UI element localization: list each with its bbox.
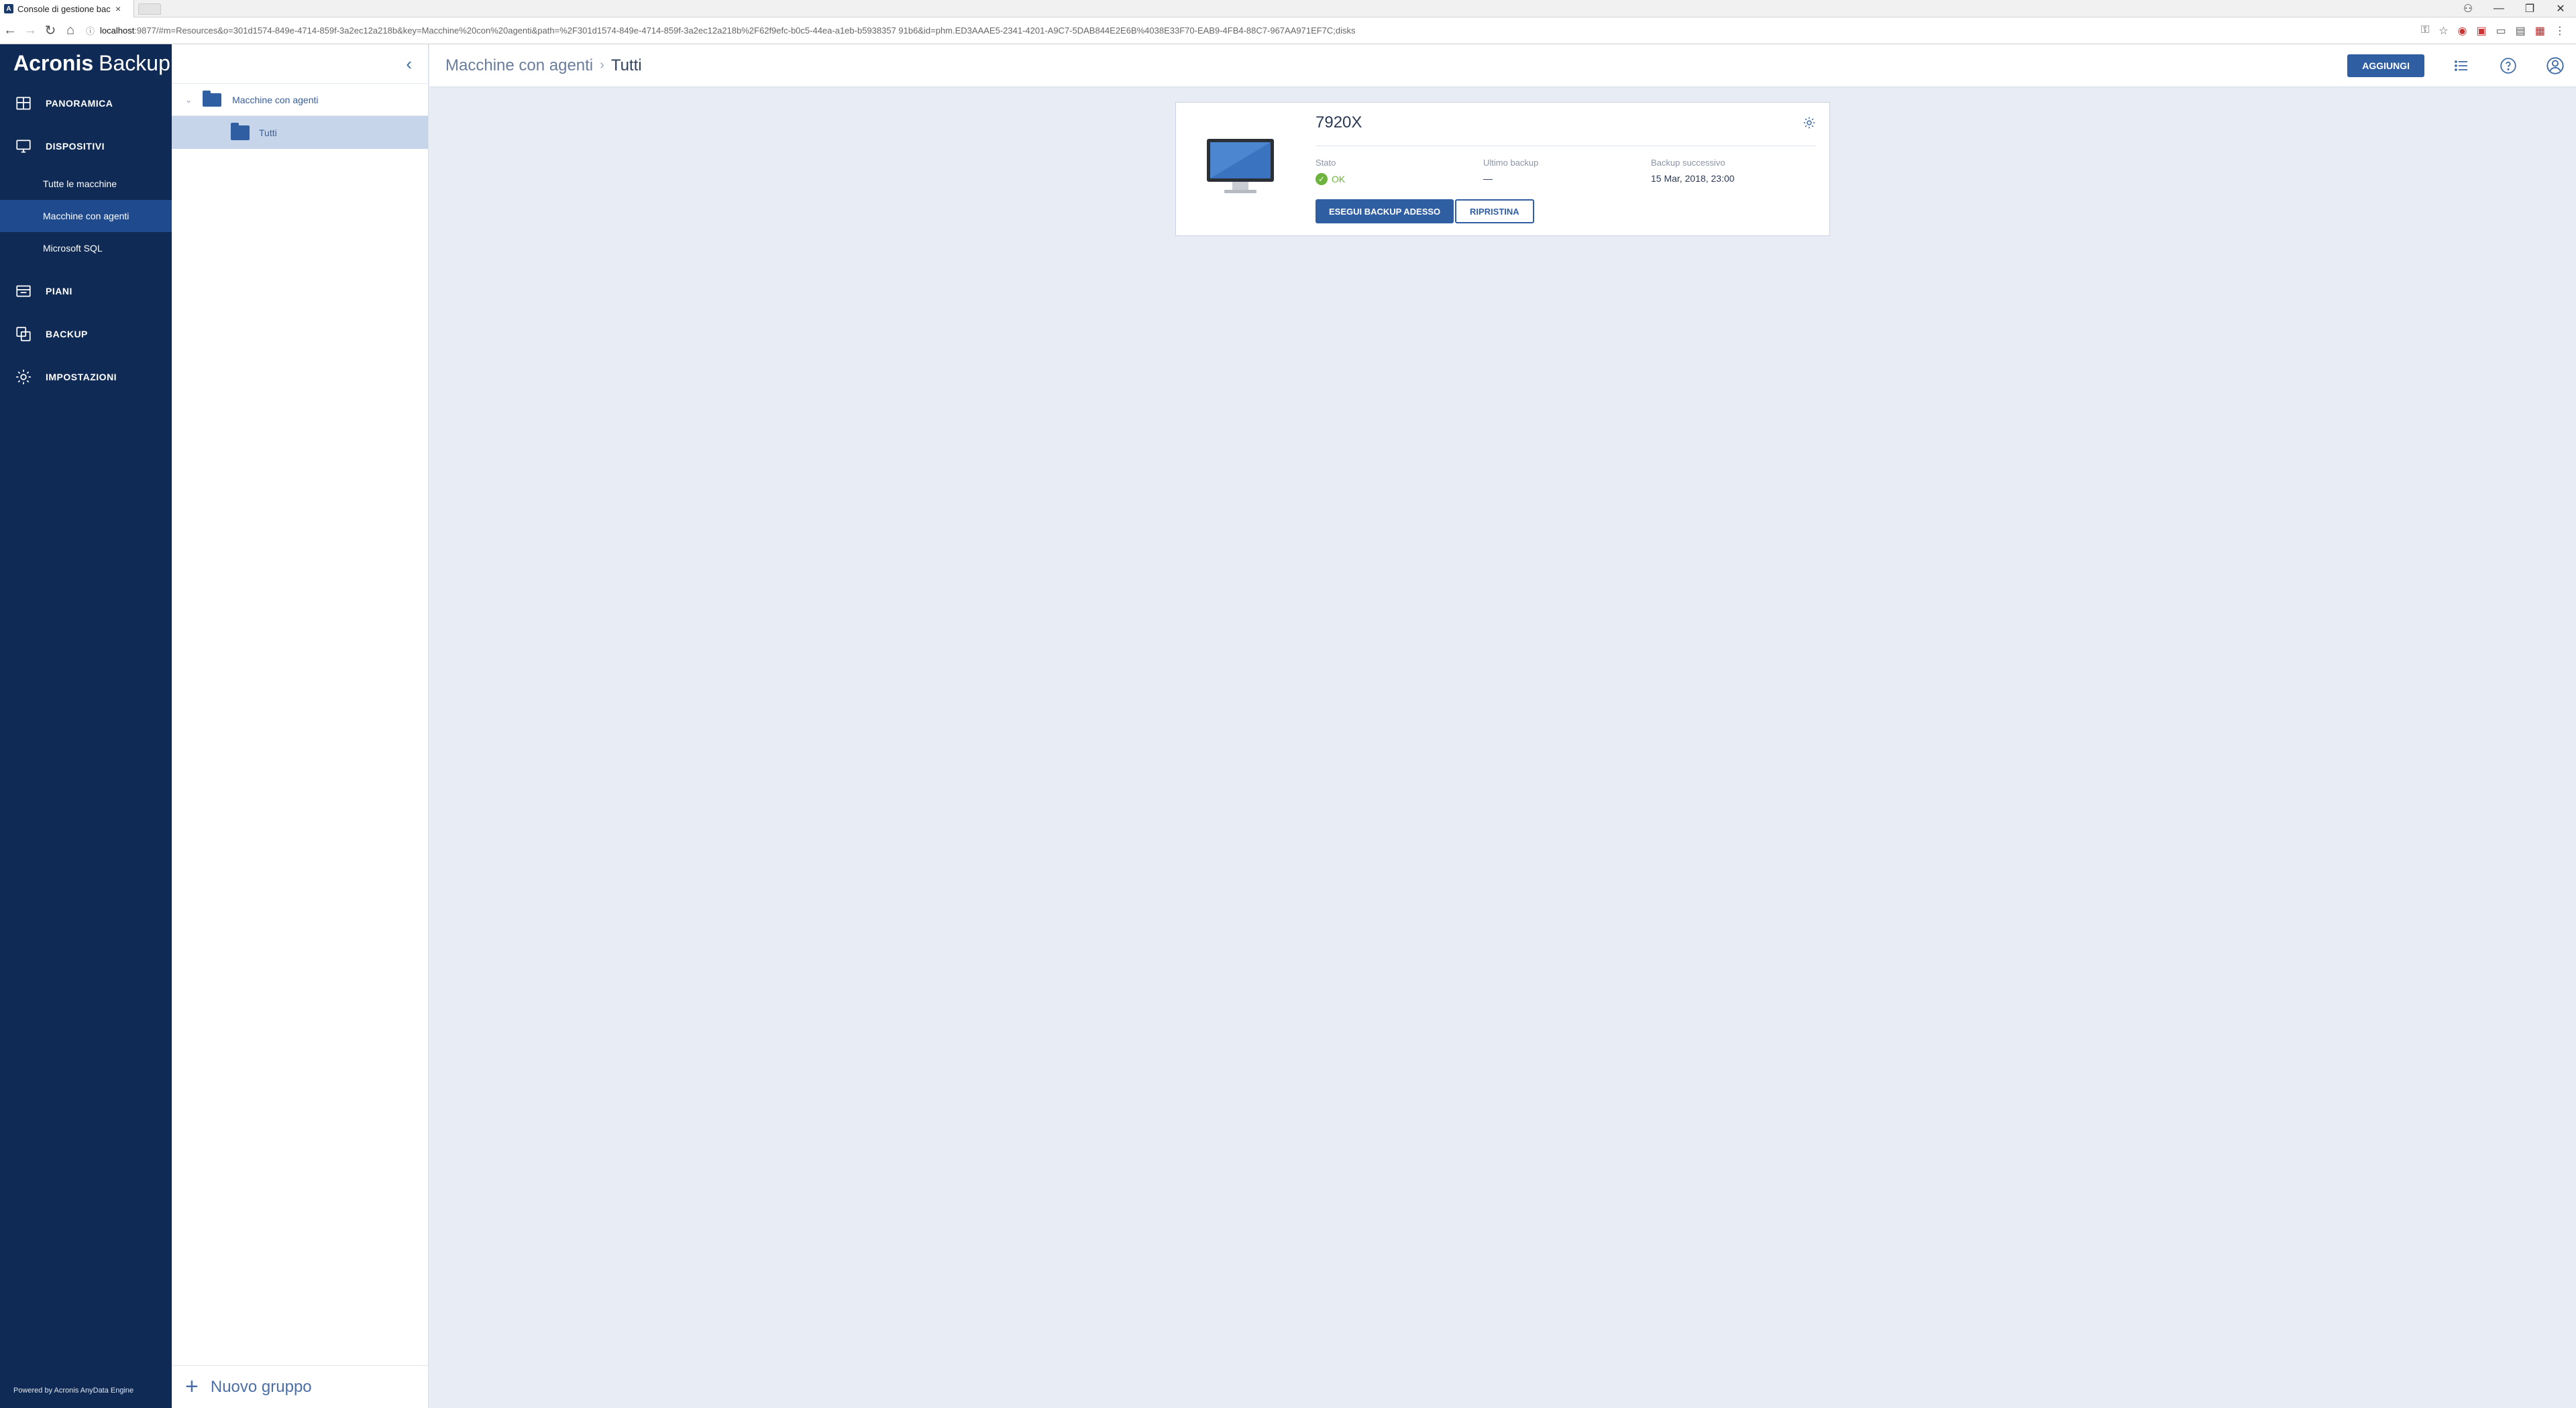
- breadcrumb-tutti: Tutti: [610, 56, 642, 74]
- collapse-panel-icon[interactable]: ‹: [406, 54, 412, 74]
- info-icon[interactable]: ⓘ: [86, 24, 95, 37]
- sidebar-item-label: BACKUP: [46, 329, 88, 339]
- computer-monitor-icon: [1207, 139, 1274, 193]
- main-content: Macchine con agenti › Tutti AGGIUNGI 792…: [429, 44, 2576, 1408]
- ok-check-icon: ✓: [1316, 173, 1328, 185]
- new-group-button[interactable]: + Nuovo gruppo: [172, 1365, 429, 1408]
- extension-icon[interactable]: ▤: [2516, 24, 2526, 38]
- folder-icon: [203, 90, 222, 107]
- add-button[interactable]: AGGIUNGI: [2347, 54, 2424, 77]
- backup-now-button[interactable]: ESEGUI BACKUP ADESSO: [1316, 199, 1454, 223]
- sidebar-subitem-label: Microsoft SQL: [43, 243, 103, 254]
- top-actions: AGGIUNGI: [2347, 54, 2576, 77]
- close-window-icon[interactable]: ✕: [2545, 0, 2576, 17]
- account-icon[interactable]: [2545, 56, 2565, 76]
- breadcrumb-macchine-con-agenti[interactable]: Macchine con agenti: [445, 56, 593, 75]
- sidebar-item-panoramica[interactable]: PANORAMICA: [0, 82, 172, 125]
- address-input[interactable]: ⓘ localhost:9877/#m=Resources&o=301d1574…: [86, 21, 2340, 40]
- help-icon[interactable]: [2498, 56, 2518, 76]
- browser-toolbar: ← → ↻ ⌂ ⓘ localhost:9877/#m=Resources&o=…: [0, 17, 2576, 44]
- extension-icon[interactable]: ◉: [2458, 24, 2467, 38]
- dashboard-icon: [16, 97, 31, 110]
- user-profile-icon[interactable]: ⚇: [2453, 0, 2483, 17]
- last-backup-value: —: [1483, 173, 1493, 184]
- acronis-favicon-icon: A: [4, 4, 13, 13]
- tree-node-label: Tutti: [259, 127, 277, 138]
- window-controls: ⚇ — ❐ ✕: [2453, 0, 2576, 17]
- machine-card[interactable]: 7920X Stato ✓ OK Ultimo backup — Backup …: [1175, 102, 1830, 236]
- last-backup-field: Ultimo backup —: [1483, 158, 1538, 184]
- gear-icon: [16, 370, 31, 384]
- tree-header: ‹: [172, 44, 428, 83]
- status-label: Stato: [1316, 158, 1336, 168]
- powered-by: Powered by Acronis AnyData Engine: [13, 1387, 134, 1395]
- sidebar-item-label: IMPOSTAZIONI: [46, 372, 117, 382]
- last-backup-label: Ultimo backup: [1483, 158, 1539, 168]
- sidebar-subitem-macchine-con-agenti[interactable]: Macchine con agenti: [0, 200, 172, 232]
- tree-node-macchine-con-agenti[interactable]: ⌄ Macchine con agenti: [172, 83, 428, 115]
- sidebar-item-label: DISPOSITIVI: [46, 141, 105, 152]
- sidebar-item-backup[interactable]: BACKUP: [0, 313, 172, 356]
- status-field: Stato ✓ OK: [1316, 158, 1345, 185]
- next-backup-label: Backup successivo: [1651, 158, 1725, 168]
- sidebar-item-impostazioni[interactable]: IMPOSTAZIONI: [0, 356, 172, 398]
- sidebar-item-label: PANORAMICA: [46, 98, 113, 109]
- machine-settings-gear-icon[interactable]: [1803, 116, 1816, 133]
- close-tab-icon[interactable]: ×: [115, 3, 121, 14]
- sidebar-subitem-label: Macchine con agenti: [43, 211, 129, 221]
- reload-icon[interactable]: ↻: [40, 21, 60, 41]
- new-group-label: Nuovo gruppo: [210, 1377, 312, 1396]
- sidebar-subitem-microsoft-sql[interactable]: Microsoft SQL: [0, 232, 172, 264]
- extension-icon[interactable]: ▭: [2496, 24, 2506, 38]
- star-icon[interactable]: ☆: [2438, 24, 2448, 38]
- browser-tabbar: A Console di gestione bac × ⚇ — ❐ ✕: [0, 0, 2576, 17]
- browser-tab[interactable]: A Console di gestione bac ×: [0, 0, 134, 17]
- status-value-row: ✓ OK: [1316, 173, 1345, 185]
- key-icon[interactable]: ⚿: [2421, 24, 2429, 38]
- devices-icon: [16, 140, 31, 153]
- group-tree-panel: ‹ ⌄ Macchine con agenti Tutti + Nuovo gr…: [172, 44, 429, 1408]
- chevron-down-icon[interactable]: ⌄: [185, 95, 192, 105]
- back-icon[interactable]: ←: [0, 21, 20, 41]
- app-logo: Acronis Backup: [0, 44, 172, 82]
- restore-button[interactable]: RIPRISTINA: [1455, 199, 1534, 223]
- sidebar-subitem-label: Tutte le macchine: [43, 178, 117, 189]
- plans-icon: [16, 285, 31, 297]
- sidebar-item-dispositivi[interactable]: DISPOSITIVI: [0, 125, 172, 168]
- tab-title: Console di gestione bac: [17, 3, 111, 14]
- restore-icon[interactable]: ❐: [2514, 0, 2545, 17]
- home-icon[interactable]: ⌂: [60, 21, 80, 41]
- minimize-icon[interactable]: —: [2483, 0, 2514, 17]
- url-host: localhost: [100, 25, 135, 36]
- new-tab-button[interactable]: [138, 3, 161, 15]
- main-topbar: Macchine con agenti › Tutti AGGIUNGI: [429, 44, 2576, 87]
- logo-bold: Acronis: [13, 50, 94, 75]
- tree-node-label: Macchine con agenti: [232, 94, 319, 105]
- url-path: :9877/#m=Resources&o=301d1574-849e-4714-…: [134, 25, 1356, 36]
- app: Acronis Backup PANORAMICA DISPOSITIVI Tut…: [0, 44, 2576, 1408]
- machine-name[interactable]: 7920X: [1316, 113, 1362, 132]
- extension-icon[interactable]: ▣: [2477, 24, 2487, 38]
- sidebar-subitem-tutte-le-macchine[interactable]: Tutte le macchine: [0, 168, 172, 200]
- breadcrumb-separator-icon: ›: [600, 58, 604, 72]
- next-backup-field: Backup successivo 15 Mar, 2018, 23:00: [1651, 158, 1735, 184]
- extension-icons: ⚿ ☆ ◉ ▣ ▭ ▤ ▦ ⋮: [2421, 24, 2576, 38]
- plus-icon: +: [185, 1374, 199, 1399]
- next-backup-value: 15 Mar, 2018, 23:00: [1651, 173, 1735, 184]
- status-value: OK: [1332, 174, 1346, 184]
- extension-icon[interactable]: ▦: [2535, 24, 2545, 38]
- forward-icon[interactable]: →: [20, 21, 40, 41]
- menu-icon[interactable]: ⋮: [2555, 24, 2565, 38]
- list-view-icon[interactable]: [2451, 56, 2471, 76]
- tree-node-tutti[interactable]: Tutti: [172, 115, 428, 149]
- logo-light: Backup: [99, 50, 170, 75]
- folder-group-icon: [231, 122, 250, 140]
- sidebar-item-label: PIANI: [46, 286, 72, 296]
- sidebar-item-piani[interactable]: PIANI: [0, 270, 172, 313]
- sidebar: Acronis Backup PANORAMICA DISPOSITIVI Tut…: [0, 44, 172, 1408]
- backup-icon: [16, 327, 31, 341]
